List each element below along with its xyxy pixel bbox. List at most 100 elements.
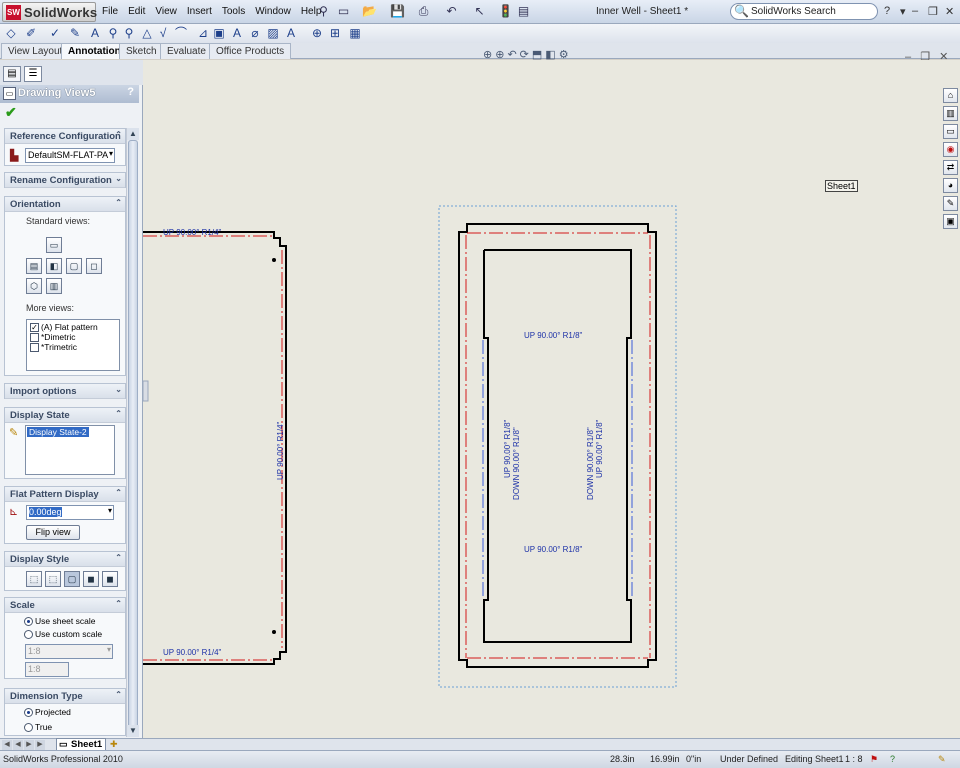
tab-view-layout[interactable]: View Layout: [1, 43, 70, 59]
orientation-header[interactable]: Orientation ⌃: [5, 197, 125, 212]
wireframe-style-button[interactable]: ⬚: [26, 571, 42, 587]
more-view-trimetric[interactable]: *Trimetric: [30, 342, 77, 353]
search-results-icon[interactable]: ◉: [943, 142, 958, 157]
dimension-type-header[interactable]: Dimension Type ⌃: [5, 689, 125, 704]
collapse-chevron-icon[interactable]: ⌃: [115, 690, 122, 699]
first-sheet-icon[interactable]: ◀: [2, 740, 12, 750]
previous-sheet-icon[interactable]: ◀: [13, 740, 23, 750]
view-left-button[interactable]: ◻: [86, 258, 102, 274]
canvas-restore-icon[interactable]: ❐: [920, 51, 930, 63]
quick-tips-icon[interactable]: ?: [890, 754, 895, 764]
projected-option[interactable]: Projected: [24, 707, 71, 718]
open-folder-icon[interactable]: 📂: [362, 4, 377, 19]
bend-note-inner-bottom[interactable]: UP 90.00° R1/8": [524, 545, 583, 554]
tab-evaluate[interactable]: Evaluate: [160, 43, 213, 59]
checkbox-icon[interactable]: [30, 343, 39, 353]
radio-selected-icon[interactable]: [24, 617, 33, 627]
new-document-icon[interactable]: ▭: [336, 4, 351, 19]
geometric-tolerance-icon[interactable]: ▣: [212, 26, 226, 40]
tab-sketch[interactable]: Sketch: [119, 43, 164, 59]
custom-scale-select[interactable]: 1:8 ▾: [25, 644, 113, 659]
toolbox-icon[interactable]: ▣: [943, 214, 958, 229]
help-button[interactable]: ?: [127, 86, 134, 98]
bend-note-left-up[interactable]: UP 90.00° R1/8": [503, 419, 512, 478]
search-box[interactable]: 🔍 SolidWorks Search: [730, 3, 878, 20]
scroll-up-icon[interactable]: ▲: [127, 128, 139, 140]
menu-view[interactable]: View: [155, 6, 177, 17]
drawing-view-left[interactable]: UP 90.00° R1/4" UP 90.00° R1/4" UP 90.00…: [143, 228, 287, 665]
smart-dimension-icon[interactable]: ◇: [4, 26, 18, 40]
solidworks-logo[interactable]: SW SolidWorks: [2, 2, 97, 22]
zoom-to-area-icon[interactable]: ⊕: [495, 48, 504, 61]
feature-manager-tab-icon[interactable]: ▤: [3, 66, 21, 82]
help-icon[interactable]: ?: [884, 5, 890, 17]
file-explorer-icon[interactable]: ▭: [943, 124, 958, 139]
undo-icon[interactable]: ↶: [444, 4, 459, 19]
rebuild-icon[interactable]: 🚦: [498, 4, 513, 19]
ok-check-icon[interactable]: ✔: [5, 104, 17, 121]
collapse-chevron-icon[interactable]: ⌃: [115, 198, 122, 207]
true-option[interactable]: True: [24, 722, 52, 733]
import-options-header[interactable]: Import options ⌄: [5, 384, 125, 399]
rename-configuration-header[interactable]: Rename Configuration ⌄: [5, 173, 125, 188]
menu-window[interactable]: Window: [255, 6, 291, 17]
appearances-icon[interactable]: ◕: [943, 178, 958, 193]
next-sheet-icon[interactable]: ▶: [24, 740, 34, 750]
magnetic-line-icon[interactable]: △: [140, 26, 154, 40]
view-top-button[interactable]: ▭: [46, 237, 62, 253]
custom-scale-text[interactable]: 1:8: [25, 662, 69, 677]
hole-callout-icon[interactable]: ⌀: [248, 26, 262, 40]
bend-note-left-down[interactable]: DOWN 90.00° R1/8": [512, 427, 521, 500]
view-bottom-button[interactable]: ▥: [46, 278, 62, 294]
radio-icon[interactable]: [24, 630, 33, 640]
menu-insert[interactable]: Insert: [187, 6, 212, 17]
panel-splitter[interactable]: [143, 380, 149, 402]
display-style-header[interactable]: Display Style ⌃: [5, 552, 125, 567]
help-dropdown-icon[interactable]: ▾: [900, 5, 906, 18]
more-view-flat-pattern[interactable]: ✓ (A) Flat pattern: [30, 322, 98, 333]
menu-tools[interactable]: Tools: [222, 6, 245, 17]
radio-selected-icon[interactable]: [24, 708, 33, 718]
view-isometric-button[interactable]: ⬡: [26, 278, 42, 294]
weld-symbol-icon[interactable]: ⌒: [174, 26, 188, 40]
last-sheet-icon[interactable]: ▶: [35, 740, 45, 750]
use-custom-scale-option[interactable]: Use custom scale: [24, 629, 102, 640]
view-orientation-icon[interactable]: ⬒: [532, 48, 542, 61]
auto-balloon-icon[interactable]: ⚲: [122, 26, 136, 40]
flat-pattern-display-header[interactable]: Flat Pattern Display ⌃: [5, 487, 125, 502]
center-mark-icon[interactable]: ⊕: [310, 26, 324, 40]
drawing-canvas[interactable]: UP 90.00° R1/4" UP 90.00° R1/4" UP 90.00…: [143, 60, 940, 738]
model-items-icon[interactable]: ✐: [24, 26, 38, 40]
tools-status-icon[interactable]: ✎: [938, 754, 946, 765]
table-icon[interactable]: ▦: [348, 26, 362, 40]
scale-header[interactable]: Scale ⌃: [5, 598, 125, 613]
pin-icon[interactable]: ⚲: [316, 4, 331, 19]
format-painter-icon[interactable]: ✎: [68, 26, 82, 40]
scrollbar-thumb[interactable]: [128, 140, 138, 730]
rotate-view-icon[interactable]: ⟳: [520, 48, 529, 61]
balloon-icon[interactable]: ⚲: [106, 26, 120, 40]
note-icon[interactable]: A: [88, 26, 102, 40]
zoom-to-fit-icon[interactable]: ⊕: [483, 48, 492, 61]
sheet-scale[interactable]: 1 : 8: [845, 754, 863, 764]
menu-file[interactable]: File: [102, 6, 118, 17]
sheet-format-label[interactable]: Sheet1: [825, 180, 858, 192]
collapse-chevron-icon[interactable]: ⌃: [115, 553, 122, 562]
collapse-chevron-icon[interactable]: ⌃: [115, 130, 122, 139]
view-back-button[interactable]: ▢: [66, 258, 82, 274]
shaded-with-edges-button[interactable]: ◼: [83, 571, 99, 587]
scroll-down-icon[interactable]: ▼: [127, 725, 139, 737]
datum-target-icon[interactable]: ⊿: [196, 26, 210, 40]
save-icon[interactable]: 💾: [390, 4, 405, 19]
previous-view-icon[interactable]: ↶: [507, 48, 516, 61]
collapse-chevron-icon[interactable]: ⌃: [115, 488, 122, 497]
view-palette-icon[interactable]: ⇄: [943, 160, 958, 175]
checkbox-icon[interactable]: [30, 333, 39, 343]
bend-note-right-down[interactable]: DOWN 90.00° R1/8": [586, 427, 595, 500]
datum-feature-icon[interactable]: A: [230, 26, 244, 40]
tab-annotation[interactable]: Annotation: [61, 43, 128, 59]
bend-note-right-up[interactable]: UP 90.00° R1/8": [595, 419, 604, 478]
restore-icon[interactable]: ❐: [928, 5, 938, 18]
hidden-lines-removed-button[interactable]: ▢: [64, 571, 80, 587]
menu-edit[interactable]: Edit: [128, 6, 145, 17]
